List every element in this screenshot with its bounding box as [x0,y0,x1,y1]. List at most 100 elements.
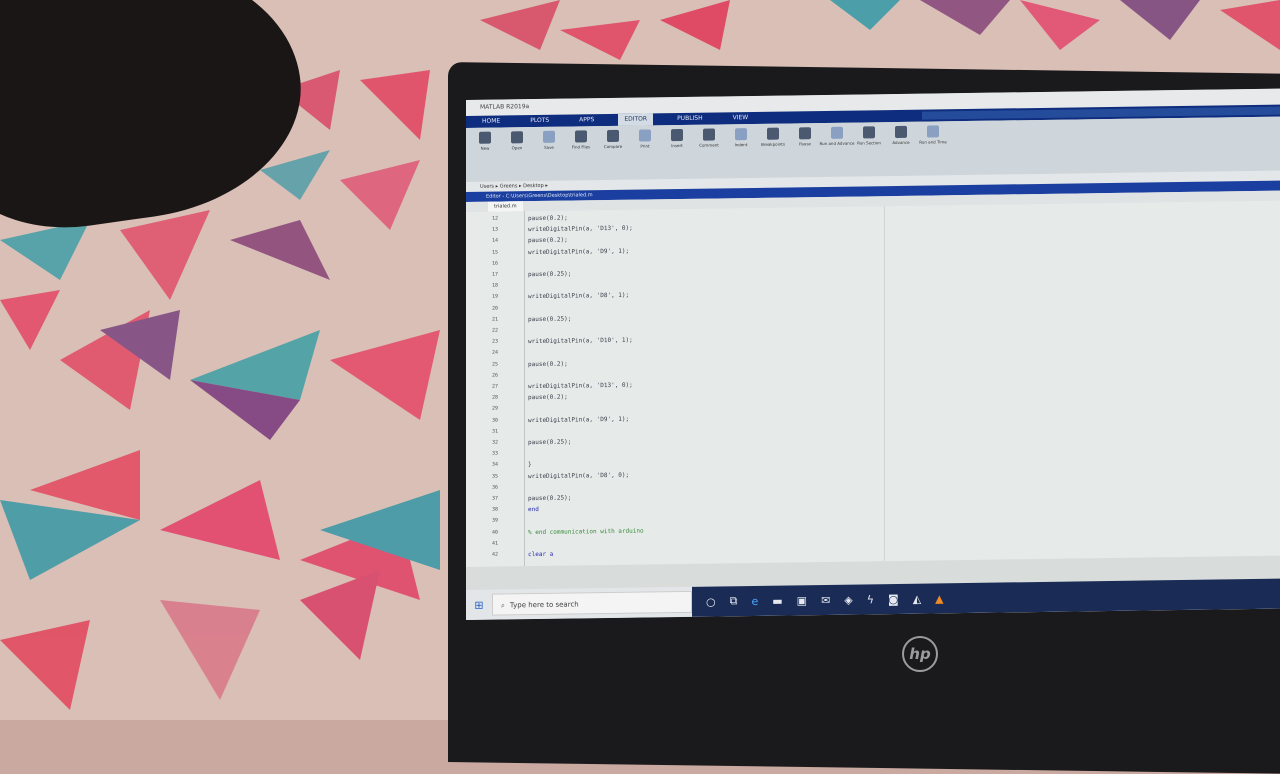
indent-button[interactable]: Indent [730,128,752,174]
insert-icon [671,128,683,142]
line-number: 28 [492,394,499,401]
line-number: 34 [492,461,499,469]
ribbon-button-label: Save [544,144,554,150]
tab-home[interactable]: HOME [476,115,506,127]
code-editor[interactable]: 12 pause(0.2); 13 writeDigitalPin(a, 'D13… [466,200,1280,567]
run-section-button[interactable]: Run Section [857,126,881,172]
breakpoints-button[interactable]: Breakpoints [761,127,785,174]
print-button[interactable]: Print [634,129,656,175]
code-line[interactable]: pause(0.2); [528,215,568,223]
line-number: 26 [492,372,499,379]
tab-apps[interactable]: APPS [573,114,600,126]
code-line[interactable]: writeDigitalPin(a, 'D9', 1); [528,415,629,423]
line-number: 18 [492,282,499,289]
save-button[interactable]: Save [538,130,560,177]
line-number: 29 [492,405,499,413]
new-file-icon [479,131,491,144]
compare-icon [607,129,619,143]
code-line[interactable]: writeDigitalPin(a, 'D8', 0); [528,471,629,479]
code-line[interactable]: writeDigitalPin(a, 'D13', 0); [528,382,633,390]
line-number: 24 [492,349,499,357]
line-number: 25 [492,361,499,368]
code-line[interactable]: pause(0.25); [528,495,571,503]
lightning-icon[interactable]: ϟ [867,593,874,606]
line-number: 23 [492,338,499,345]
line-number: 39 [492,517,499,525]
line-number: 36 [492,484,499,491]
edge-icon[interactable]: e [751,594,758,607]
code-line[interactable]: pause(0.2); [528,237,568,245]
cortana-icon[interactable]: ○ [706,595,716,608]
task-view-icon[interactable]: ⧉ [730,594,738,608]
tab-publish[interactable]: PUBLISH [671,113,709,126]
line-number-gutter [484,211,525,567]
line-number: 40 [492,529,499,536]
code-line[interactable]: writeDigitalPin(a, 'D10', 1); [528,337,633,345]
line-number: 30 [492,417,499,424]
line-number: 19 [492,293,499,301]
run-advance-icon [831,126,843,139]
tab-trialed[interactable]: trialed.m [488,201,523,212]
compare-button[interactable]: Compare [602,129,624,176]
right-margin-line [884,206,885,562]
ribbon-button-label: Print [640,143,650,149]
ribbon-button-label: Open [511,145,523,151]
code-line[interactable]: % end communication with arduino [528,527,644,536]
code-line[interactable]: pause(0.2); [528,360,568,368]
ribbon-button-label: Indent [734,142,748,148]
code-line[interactable]: } [528,461,532,468]
insert-button[interactable]: Insert [666,128,688,175]
line-number: 31 [492,428,499,435]
line-number: 16 [492,260,499,267]
run-time-icon [927,125,939,138]
pause-button[interactable]: Pause [794,127,816,173]
ribbon-button-label: New [480,145,490,151]
tab-view[interactable]: VIEW [727,112,755,124]
file-explorer-icon[interactable]: ▬ [772,594,782,607]
ribbon-button-label: Comment [699,142,719,148]
search-icon: ⌕ [501,601,505,610]
ribbon-button-label: Run and Advance [819,140,855,147]
line-number: 41 [492,540,499,547]
run-and-time-button[interactable]: Run and Time [919,125,947,171]
ribbon-button-label: Run and Time [919,139,947,145]
taskbar-search-input[interactable]: ⌕ Type here to search [492,590,692,616]
new-button[interactable]: New [474,131,496,178]
ribbon-button-label: Advance [892,139,910,146]
mail-icon[interactable]: ✉ [821,593,830,606]
hp-logo: hp [902,636,938,672]
ribbon-button-label: Insert [671,142,683,149]
tab-plots[interactable]: PLOTS [524,115,555,127]
ribbon-button-label: Compare [603,143,623,150]
comment-button[interactable]: Comment [698,128,720,174]
indent-icon [735,128,747,141]
code-line[interactable]: pause(0.25); [528,439,571,447]
advance-button[interactable]: Advance [890,125,912,172]
open-button[interactable]: Open [506,131,528,177]
line-number: 17 [492,271,499,278]
save-icon [543,130,555,143]
dropbox-icon[interactable]: ◈ [844,593,852,606]
vlc-icon[interactable]: ▲ [935,592,943,605]
camera-icon[interactable]: ◙ [888,592,899,605]
run-and-advance-button[interactable]: Run and Advance [820,126,854,173]
matlab-icon[interactable]: ◭ [913,592,921,605]
tab-editor[interactable]: EDITOR [618,113,654,126]
code-line[interactable]: pause(0.25); [528,315,571,323]
line-number: 12 [492,215,499,222]
ribbon-button-label: Find Files [571,144,591,150]
code-line[interactable]: clear a [528,551,553,558]
code-line[interactable]: writeDigitalPin(a, 'D13', 0); [528,225,633,233]
code-line[interactable]: writeDigitalPin(a, 'D9', 1); [528,247,629,255]
windows-start-icon[interactable]: ⊞ [466,590,492,620]
code-line[interactable]: writeDigitalPin(a, 'D8', 1); [528,292,629,300]
store-icon[interactable]: ▣ [797,594,807,607]
code-line[interactable]: pause(0.25); [528,271,571,279]
line-number: 22 [492,327,499,334]
find-files-icon [575,130,587,143]
ribbon-button-label: Breakpoints [761,141,785,147]
find-files-button[interactable]: Find Files [570,130,592,176]
code-line[interactable]: pause(0.2); [528,394,568,402]
run-section-icon [863,126,875,139]
code-line[interactable]: end [528,506,539,513]
